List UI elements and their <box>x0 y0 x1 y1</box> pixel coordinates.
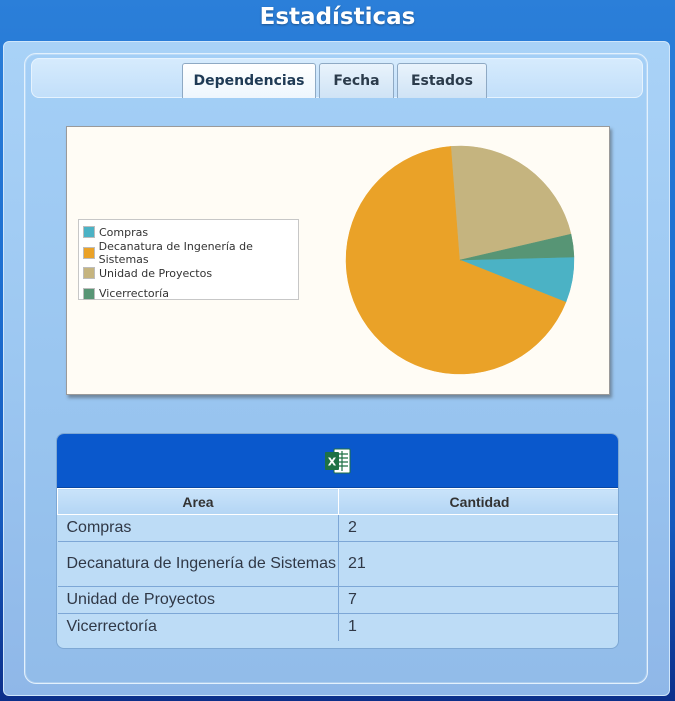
legend-item: Vicerrectoría <box>83 284 298 305</box>
cell-area: Unidad de Proyectos <box>57 586 339 614</box>
table-row[interactable]: Decanatura de Ingenería de Sistemas 21 <box>57 541 618 587</box>
svg-text:X: X <box>327 455 336 468</box>
legend-swatch <box>83 246 95 259</box>
stats-table: Area Cantidad Compras 2 Decanatura de In… <box>57 488 618 641</box>
table-header-row: Area Cantidad <box>57 488 618 515</box>
excel-icon[interactable]: X <box>322 447 354 475</box>
grid-toolbar: X <box>57 434 618 488</box>
cell-cantidad: 7 <box>338 586 618 614</box>
page-title: Estadísticas <box>259 4 416 30</box>
legend-label: Decanatura de Ingenería de Sistemas <box>98 239 253 266</box>
cell-cantidad: 2 <box>338 514 618 542</box>
data-grid: X Area Cantidad Compras 2 Decanatura de … <box>56 433 619 649</box>
tab-estados[interactable]: Estados <box>397 63 487 98</box>
legend-item: Unidad de Proyectos <box>83 263 298 284</box>
legend-label: Compras <box>99 225 149 239</box>
legend-item: Decanatura de Ingenería de Sistemas <box>83 239 298 266</box>
legend-label: Unidad de Proyectos <box>99 266 213 280</box>
tab-dependencias[interactable]: Dependencias <box>182 63 316 98</box>
cell-area: Vicerrectoría <box>57 613 339 641</box>
cell-cantidad: 21 <box>338 541 618 587</box>
cell-cantidad: 1 <box>338 613 618 641</box>
table-row[interactable]: Vicerrectoría 1 <box>57 613 618 641</box>
table-row[interactable]: Compras 2 <box>57 514 618 542</box>
table-row[interactable]: Unidad de Proyectos 7 <box>57 586 618 614</box>
column-header-area[interactable]: Area <box>57 488 339 515</box>
chart-legend: Compras Decanatura de Ingenería de Siste… <box>78 219 299 300</box>
legend-swatch <box>83 287 95 300</box>
cell-area: Compras <box>57 514 339 542</box>
legend-label: Vicerrectoría <box>99 287 169 301</box>
tab-fecha[interactable]: Fecha <box>319 63 394 98</box>
legend-swatch <box>83 267 95 280</box>
column-header-cantidad[interactable]: Cantidad <box>338 488 618 515</box>
cell-area: Decanatura de Ingenería de Sistemas <box>57 541 339 587</box>
legend-swatch <box>83 226 95 239</box>
